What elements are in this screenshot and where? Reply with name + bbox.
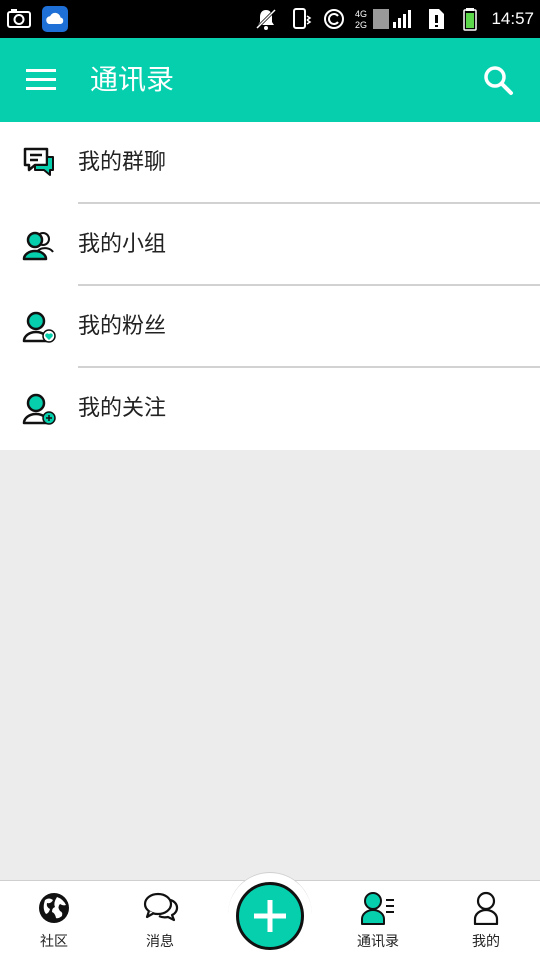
chat-bubbles-icon: [143, 892, 179, 922]
status-time: 14:57: [491, 9, 534, 28]
search-button[interactable]: [478, 60, 518, 100]
list-item-label: 我的粉丝: [78, 314, 167, 339]
vibrate-icon: [293, 8, 312, 29]
following-plus-icon: [22, 393, 56, 425]
list-item-group-chats[interactable]: 我的群聊: [0, 122, 540, 204]
tab-label: 通讯录: [357, 934, 399, 950]
follower-heart-icon: [22, 311, 56, 343]
list-item-fans[interactable]: 我的粉丝: [0, 286, 540, 368]
app-header: 通讯录: [0, 38, 540, 122]
svg-text:4G: 4G: [355, 9, 367, 19]
search-icon: [484, 66, 513, 95]
group-chat-icon: [23, 147, 54, 176]
sim-alert-icon: [429, 9, 445, 29]
menu-button[interactable]: [18, 58, 64, 102]
tab-messages[interactable]: 消息: [110, 881, 210, 961]
tab-label: 消息: [146, 934, 174, 950]
page-title: 通讯录: [90, 63, 175, 96]
hamburger-icon: [26, 69, 56, 90]
person-icon: [473, 891, 499, 925]
list-item-label: 我的小组: [78, 232, 167, 257]
screenshot-icon: [7, 9, 31, 28]
team-icon: [22, 231, 54, 261]
tab-community[interactable]: 社区: [4, 881, 104, 961]
battery-icon: [463, 8, 478, 31]
plus-icon: [254, 900, 286, 932]
tab-label: 我的: [472, 934, 500, 950]
tab-profile[interactable]: 我的: [436, 881, 536, 961]
weather-app-icon: [42, 6, 68, 32]
contacts-icon: [361, 892, 394, 925]
contact-menu-list: 我的群聊 我的小组 我的粉丝 我的关注: [0, 122, 540, 450]
tab-label: 社区: [40, 934, 68, 950]
list-item-following[interactable]: 我的关注: [0, 368, 540, 450]
list-item-label: 我的群聊: [78, 150, 167, 175]
network-signal-icon: 4G 2G: [355, 9, 412, 30]
status-bar: 4G 2G 14:57: [0, 0, 540, 38]
tab-contacts[interactable]: 通讯录: [328, 881, 428, 961]
notifications-off-icon: [256, 8, 277, 30]
add-button[interactable]: [236, 882, 304, 950]
list-item-teams[interactable]: 我的小组: [0, 204, 540, 286]
sync-icon: [324, 9, 345, 29]
svg-text:2G: 2G: [355, 20, 367, 30]
globe-icon: [39, 893, 69, 923]
list-item-label: 我的关注: [78, 396, 167, 421]
